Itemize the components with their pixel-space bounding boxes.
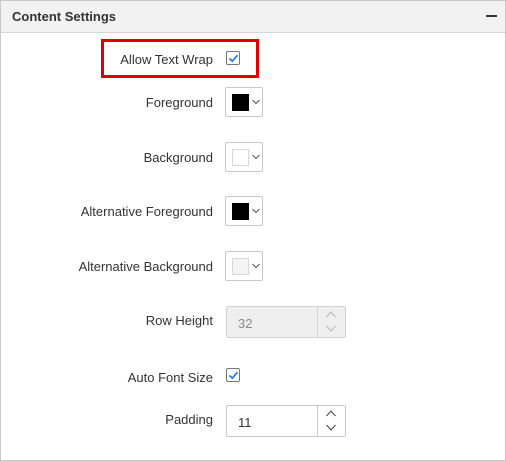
- chevron-up-icon: [326, 410, 336, 417]
- padding-value: 11: [238, 415, 252, 430]
- decrement-button[interactable]: [318, 421, 345, 436]
- increment-button[interactable]: [318, 406, 345, 421]
- chevron-down-icon: [326, 424, 336, 431]
- allow-text-wrap-label: Allow Text Wrap: [120, 52, 213, 67]
- row-height-label: Row Height: [145, 313, 213, 328]
- background-label: Background: [143, 150, 213, 165]
- spin-buttons: [317, 307, 345, 337]
- padding-numeric-input[interactable]: 11: [226, 405, 346, 437]
- chevron-down-icon: [252, 208, 260, 214]
- color-swatch: [232, 94, 249, 111]
- chevron-up-icon: [326, 311, 336, 318]
- minus-icon[interactable]: [486, 15, 497, 17]
- chevron-down-icon: [252, 263, 260, 269]
- color-swatch: [232, 149, 249, 166]
- background-color-picker[interactable]: [225, 142, 263, 172]
- decrement-button[interactable]: [318, 322, 345, 337]
- alternative-foreground-label: Alternative Foreground: [80, 204, 213, 219]
- panel-header[interactable]: Content Settings: [1, 1, 505, 33]
- increment-button[interactable]: [318, 307, 345, 322]
- chevron-down-icon: [252, 154, 260, 160]
- chevron-down-icon: [326, 325, 336, 332]
- foreground-color-picker[interactable]: [225, 87, 263, 117]
- foreground-label: Foreground: [145, 95, 213, 110]
- alternative-background-label: Alternative Background: [78, 259, 213, 274]
- chevron-down-icon: [252, 99, 260, 105]
- panel-title: Content Settings: [12, 9, 116, 24]
- checkmark-icon: [228, 371, 239, 380]
- checkmark-icon: [228, 54, 239, 63]
- auto-font-size-label: Auto Font Size: [127, 370, 213, 385]
- content-settings-panel: Content Settings Allow Text Wrap Foregro…: [0, 0, 506, 461]
- spin-buttons: [317, 406, 345, 436]
- row-height-numeric-input[interactable]: 32: [226, 306, 346, 338]
- color-swatch: [232, 203, 249, 220]
- auto-font-size-checkbox[interactable]: [226, 368, 240, 382]
- row-height-value: 32: [238, 316, 253, 331]
- color-swatch: [232, 258, 249, 275]
- alternative-foreground-color-picker[interactable]: [225, 196, 263, 226]
- allow-text-wrap-checkbox[interactable]: [226, 51, 240, 65]
- padding-label: Padding: [165, 412, 213, 427]
- alternative-background-color-picker[interactable]: [225, 251, 263, 281]
